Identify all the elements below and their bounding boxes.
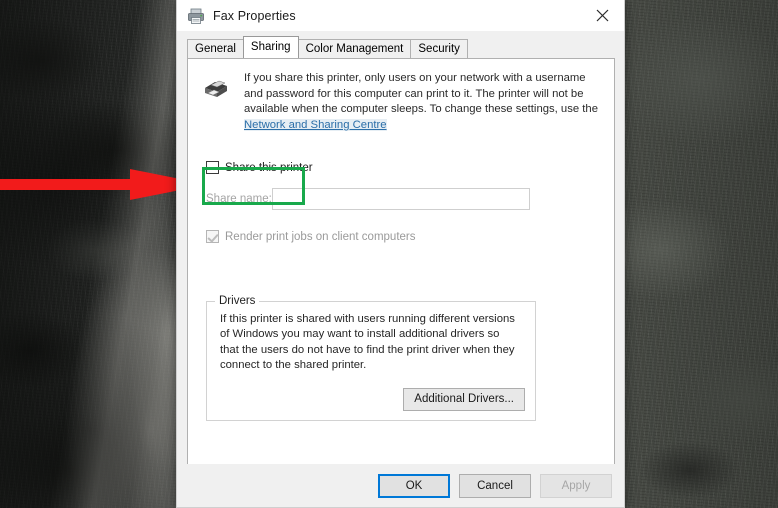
- printer-icon: [188, 8, 204, 24]
- tab-sharing[interactable]: Sharing: [242, 36, 299, 58]
- sharing-info-text: If you share this printer, only users on…: [244, 71, 600, 133]
- render-print-jobs-row[interactable]: Render print jobs on client computers: [206, 230, 614, 244]
- tab-security[interactable]: Security: [410, 39, 468, 58]
- dialog-title: Fax Properties: [213, 8, 296, 23]
- tab-color-management[interactable]: Color Management: [297, 39, 412, 58]
- render-print-jobs-checkbox[interactable]: [206, 230, 219, 244]
- dialog-tabstrip: General Sharing Color Management Securit…: [187, 36, 624, 58]
- share-this-printer-row[interactable]: Share this printer: [206, 161, 614, 175]
- drivers-groupbox-title: Drivers: [215, 295, 260, 307]
- wallpaper-shadow-overlay: [0, 0, 178, 508]
- sharing-info-paragraph: If you share this printer, only users on…: [244, 72, 598, 116]
- ok-button[interactable]: OK: [378, 473, 450, 498]
- close-icon: [596, 9, 608, 22]
- network-and-sharing-centre-link[interactable]: Network and Sharing Centre: [244, 118, 387, 131]
- close-button[interactable]: [580, 0, 624, 31]
- drivers-button-row: Additional Drivers...: [403, 388, 525, 411]
- cancel-button[interactable]: Cancel: [459, 473, 531, 498]
- share-this-printer-label: Share this printer: [225, 161, 313, 174]
- fax-properties-dialog: Fax Properties General Sharing Color Man…: [176, 0, 625, 508]
- apply-button: Apply: [540, 473, 612, 498]
- additional-drivers-button[interactable]: Additional Drivers...: [403, 388, 525, 411]
- dialog-footer: OK Cancel Apply: [177, 464, 624, 507]
- share-name-row: Share name:: [206, 188, 614, 211]
- share-this-printer-checkbox[interactable]: [206, 161, 219, 175]
- drivers-groupbox: Drivers If this printer is shared with u…: [206, 295, 536, 421]
- sharing-tab-panel: If you share this printer, only users on…: [187, 58, 615, 465]
- dialog-titlebar: Fax Properties: [177, 0, 624, 31]
- render-print-jobs-label: Render print jobs on client computers: [225, 230, 416, 243]
- desktop-screen: Fax Properties General Sharing Color Man…: [0, 0, 778, 508]
- share-name-input[interactable]: [272, 188, 530, 211]
- drivers-description: If this printer is shared with users run…: [220, 313, 515, 372]
- tab-general[interactable]: General: [187, 39, 244, 58]
- share-settings-section: Share this printer Share name: Render pr…: [188, 133, 614, 244]
- shared-printer-icon: [205, 80, 227, 97]
- sharing-info-block: If you share this printer, only users on…: [188, 59, 614, 133]
- share-name-label: Share name:: [206, 193, 272, 206]
